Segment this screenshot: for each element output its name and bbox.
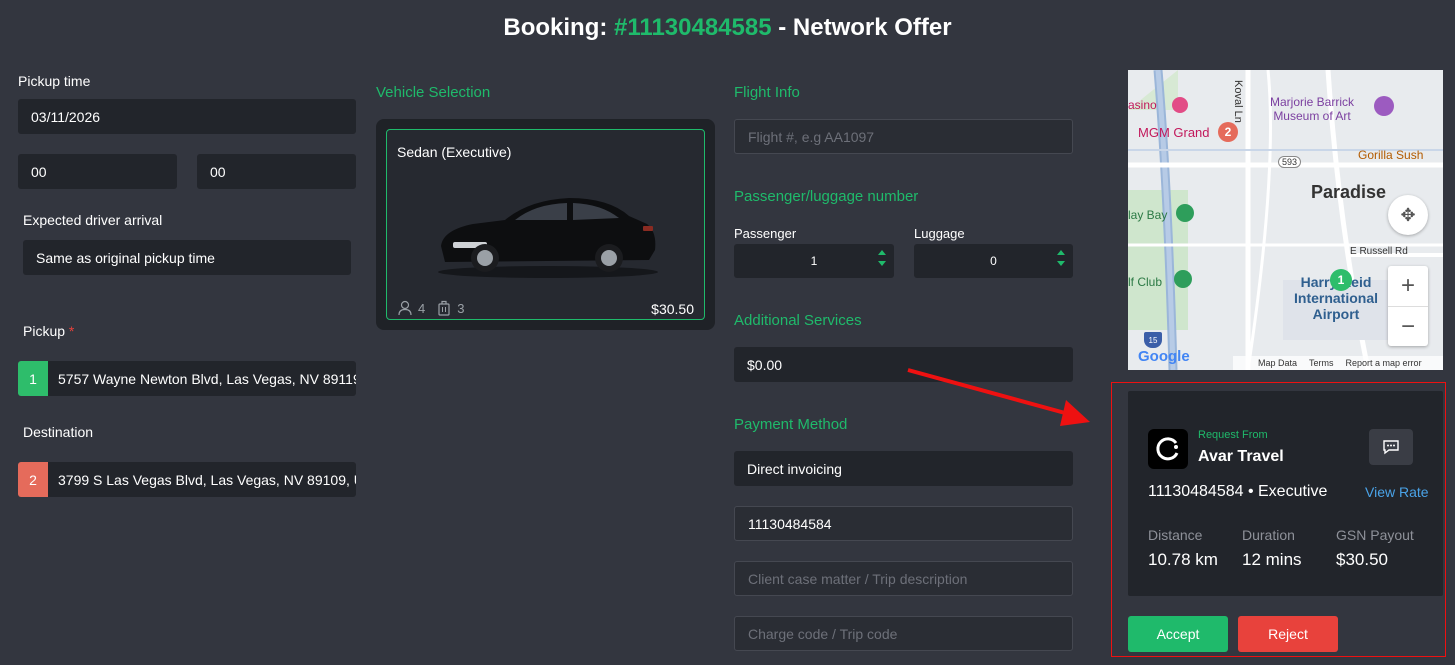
increment-icon[interactable]	[1057, 250, 1065, 255]
reject-button[interactable]: Reject	[1238, 616, 1338, 652]
route-shield: 593	[1278, 156, 1302, 168]
duration-value: 12 mins	[1242, 550, 1302, 569]
destination-badge: 2	[18, 462, 48, 497]
paradise-label: Paradise	[1311, 182, 1387, 202]
pax-section-title: Passenger/luggage number	[734, 188, 919, 205]
vehicle-panel: Sedan (Executive) 4 3 $30.50	[376, 119, 715, 330]
destination-label: Destination	[23, 424, 94, 440]
accept-button[interactable]: Accept	[1128, 616, 1228, 652]
title-prefix: Booking:	[503, 14, 615, 41]
vehicle-name: Sedan (Executive)	[397, 144, 512, 160]
luggage-label: Luggage	[914, 226, 965, 241]
booking-number: #11130484585	[614, 14, 772, 41]
driver-arrival-label: Expected driver arrival	[23, 212, 163, 228]
destination-address-row: 2 3799 S Las Vegas Blvd, Las Vegas, NV 8…	[18, 462, 356, 497]
luggage-stepper[interactable]: 0	[914, 244, 1073, 278]
mgm-label: MGM Grand	[1138, 125, 1210, 140]
koval-label: Koval Ln	[1232, 80, 1244, 123]
offer-card: Request From Avar Travel 11130484584 • E…	[1128, 391, 1443, 596]
required-marker: *	[68, 323, 75, 339]
page-title: Booking: #11130484585 - Network Offer	[0, 14, 1455, 42]
luggage-value: 0	[990, 254, 997, 268]
request-from-label: Request From	[1198, 429, 1268, 441]
chat-button[interactable]	[1369, 429, 1413, 465]
services-section-title: Additional Services	[734, 312, 862, 329]
arrow-annotation-icon	[907, 368, 1090, 426]
recenter-icon[interactable]: ✥	[1388, 195, 1428, 235]
pickup-address-input[interactable]: 5757 Wayne Newton Blvd, Las Vegas, NV 89…	[48, 361, 356, 396]
passenger-stepper[interactable]: 1	[734, 244, 894, 278]
driver-arrival-select[interactable]: Same as original pickup time	[23, 240, 351, 275]
payment-section-title: Payment Method	[734, 416, 848, 433]
vehicle-price: $30.50	[651, 301, 694, 317]
vehicle-card-sedan[interactable]: Sedan (Executive) 4 3 $30.50	[386, 129, 705, 320]
vehicle-capacity: 4 3	[397, 300, 464, 316]
pickup-minute-select[interactable]: 00	[197, 154, 356, 189]
payment-reference-input[interactable]: 11130484584	[734, 506, 1073, 541]
museum-label: Marjorie Barrick Museum of Art	[1270, 95, 1355, 123]
offer-reference: 11130484584 • Executive	[1148, 483, 1328, 500]
passenger-capacity: 4	[418, 300, 426, 316]
pickup-label: Pickup *	[23, 323, 75, 339]
zoom-in-button[interactable]: +	[1388, 266, 1428, 306]
case-matter-input[interactable]: Client case matter / Trip description	[734, 561, 1073, 596]
company-logo-icon	[1156, 437, 1179, 461]
pickup-hour-select[interactable]: 00	[18, 154, 177, 189]
charge-code-input[interactable]: Charge code / Trip code	[734, 616, 1073, 651]
terms-link[interactable]: Terms	[1309, 358, 1334, 368]
restaurant-label: Gorilla Sush	[1358, 148, 1424, 162]
zoom-out-button[interactable]: −	[1388, 306, 1428, 346]
zoom-controls: + −	[1388, 266, 1428, 346]
luggage-icon	[438, 300, 450, 316]
bay-label: lay Bay	[1128, 208, 1168, 222]
map-marker-1[interactable]: 1	[1330, 269, 1352, 291]
vehicle-section-title: Vehicle Selection	[376, 84, 491, 101]
club-label: lf Club	[1128, 275, 1163, 289]
offer-highlight-box: Request From Avar Travel 11130484584 • E…	[1111, 382, 1446, 657]
duration-label: Duration	[1242, 527, 1295, 543]
park-pin-icon	[1176, 204, 1194, 222]
company-name: Avar Travel	[1198, 448, 1284, 465]
decrement-icon[interactable]	[878, 261, 886, 266]
person-icon	[398, 300, 412, 316]
road-label: E Russell Rd	[1350, 246, 1408, 257]
flight-section-title: Flight Info	[734, 84, 800, 101]
increment-icon[interactable]	[878, 250, 886, 255]
pickup-time-label: Pickup time	[18, 73, 91, 89]
flight-number-input[interactable]: Flight #, e.g AA1097	[734, 119, 1073, 154]
distance-label: Distance	[1148, 527, 1203, 543]
report-error-link[interactable]: Report a map error	[1346, 358, 1422, 368]
view-rate-link[interactable]: View Rate	[1365, 484, 1429, 500]
payout-label: GSN Payout	[1336, 527, 1414, 543]
casino-label: asino	[1128, 98, 1157, 112]
payment-method-select[interactable]: Direct invoicing	[734, 451, 1073, 486]
route-map[interactable]: asino MGM Grand 2 Koval Ln Marjorie Barr…	[1128, 70, 1443, 370]
pickup-badge: 1	[18, 361, 48, 396]
company-logo	[1148, 429, 1188, 469]
chat-icon	[1383, 440, 1399, 455]
golf-pin-icon	[1174, 270, 1192, 288]
payout-value: $30.50	[1336, 550, 1388, 569]
museum-pin-icon	[1374, 96, 1394, 116]
pickup-date-input[interactable]: 03/11/2026	[18, 99, 356, 134]
sedan-image	[438, 198, 658, 278]
decrement-icon[interactable]	[1057, 261, 1065, 266]
map-marker-2[interactable]: 2	[1218, 122, 1238, 142]
google-logo: Google	[1138, 348, 1190, 365]
interstate-shield: 15	[1144, 332, 1162, 348]
casino-pin-icon	[1172, 97, 1188, 113]
distance-value: 10.78 km	[1148, 550, 1218, 569]
passenger-value: 1	[810, 254, 818, 268]
map-data-link[interactable]: Map Data	[1258, 358, 1297, 368]
passenger-label: Passenger	[734, 226, 797, 241]
destination-address-input[interactable]: 3799 S Las Vegas Blvd, Las Vegas, NV 891…	[48, 462, 356, 497]
title-suffix: - Network Offer	[771, 14, 952, 41]
luggage-capacity: 3	[457, 300, 465, 316]
map-attribution: Map Data Terms Report a map error	[1233, 356, 1443, 370]
pickup-address-row: 1 5757 Wayne Newton Blvd, Las Vegas, NV …	[18, 361, 356, 396]
